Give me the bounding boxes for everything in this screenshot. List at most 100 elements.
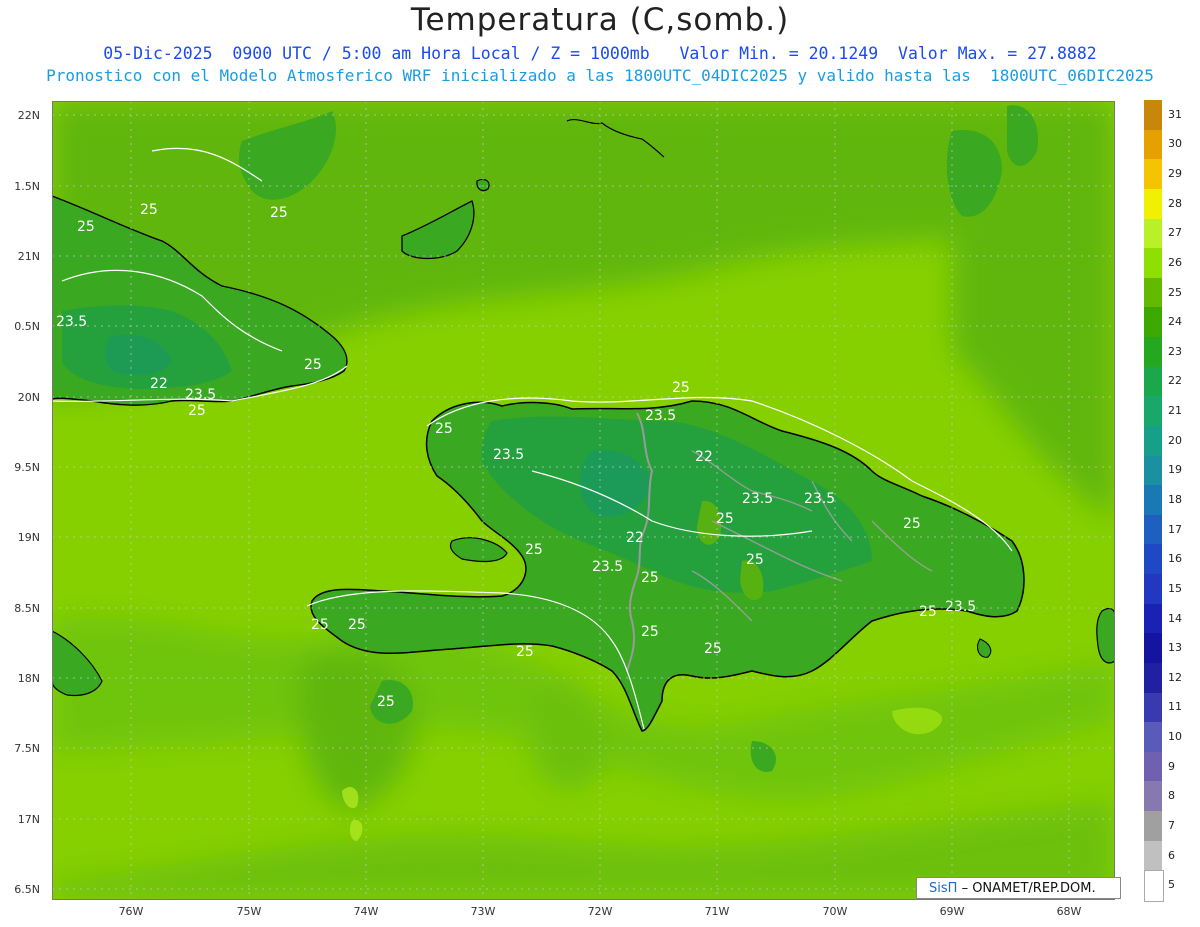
credit-text: – ONAMET/REP.DOM. — [961, 881, 1096, 896]
legend-color-swatch — [1144, 307, 1162, 338]
lat-label: 22N — [17, 109, 40, 122]
legend-level-label: 22 — [1168, 374, 1182, 388]
lon-label: 75W — [236, 905, 262, 918]
lon-label: 71W — [704, 905, 730, 918]
contour-label: 25 — [641, 624, 659, 640]
lat-label: 0.5N — [14, 320, 40, 333]
legend-color-swatch — [1144, 218, 1162, 249]
legend-color-swatch — [1144, 870, 1164, 902]
contour-label: 25 — [716, 511, 734, 527]
legend-level-label: 21 — [1168, 404, 1182, 418]
legend-color-swatch — [1144, 514, 1162, 545]
legend-level-label: 26 — [1168, 255, 1182, 269]
lon-label: 69W — [939, 905, 965, 918]
lat-label: 19N — [17, 531, 40, 544]
legend-level-label: 30 — [1168, 137, 1182, 151]
lat-label: 7.5N — [14, 742, 40, 755]
contour-label: 25 — [525, 542, 543, 558]
legend-level-label: 18 — [1168, 493, 1182, 506]
legend-level-label: 7 — [1168, 818, 1175, 832]
legend-level-label: 12 — [1168, 670, 1182, 684]
lon-label: 68W — [1056, 905, 1082, 918]
lat-label: 9.5N — [14, 461, 40, 474]
legend-color-swatch — [1144, 603, 1162, 634]
legend-color-swatch — [1144, 722, 1162, 752]
lon-label: 70W — [822, 905, 848, 918]
legend-color-swatch — [1144, 366, 1162, 397]
legend-color-swatch — [1144, 337, 1162, 367]
legend-color-swatch — [1144, 100, 1162, 130]
contour-label: 22 — [150, 376, 168, 392]
legend-color-swatch — [1144, 425, 1162, 456]
contour-label: 25 — [188, 403, 206, 419]
legend-color-swatch — [1144, 159, 1162, 189]
legend-level-label: 14 — [1168, 611, 1182, 625]
legend-level-label: 11 — [1168, 700, 1182, 714]
contour-label: 25 — [903, 516, 921, 532]
legend-color-swatch — [1144, 485, 1162, 515]
contour-label: 23.5 — [185, 387, 216, 403]
legend-level-label: 9 — [1168, 759, 1175, 773]
temperature-map: 25 25 25 25 25 25 25 25 25 25 25 25 25 2… — [52, 101, 1115, 900]
legend-level-label: 25 — [1168, 285, 1182, 299]
contour-label: 25 — [348, 617, 366, 633]
legend-color-swatch — [1144, 248, 1162, 278]
contour-label: 23.5 — [742, 491, 773, 507]
legend-level-label: 15 — [1168, 581, 1182, 595]
contour-label: 23.5 — [804, 491, 835, 507]
legend-level-label: 31 — [1168, 107, 1182, 121]
contour-label: 25 — [270, 205, 288, 221]
contour-label: 23.5 — [56, 314, 87, 330]
contour-label: 22 — [695, 449, 713, 465]
legend-color-swatch — [1144, 188, 1162, 219]
legend-level-label: 24 — [1168, 315, 1182, 329]
legend-color-swatch — [1144, 692, 1162, 723]
contour-label: 25 — [516, 644, 534, 660]
legend-level-label: 19 — [1168, 463, 1182, 477]
legend-level-label: 28 — [1168, 196, 1182, 210]
lat-label: 17N — [17, 813, 40, 826]
legend-color-swatch — [1144, 811, 1162, 841]
lat-label: 6.5N — [14, 883, 40, 896]
legend-color-swatch — [1144, 633, 1162, 663]
lat-label: 1.5N — [14, 180, 40, 193]
legend-color-swatch — [1144, 662, 1162, 693]
legend-level-label: 20 — [1168, 433, 1182, 447]
sispi-logo: SisΠ — [929, 881, 958, 896]
map-title: Temperatura (C,somb.) — [410, 2, 790, 38]
legend-level-label: 27 — [1168, 226, 1182, 240]
lat-label: 21N — [17, 250, 40, 263]
contour-label: 25 — [311, 617, 329, 633]
legend-color-swatch — [1144, 455, 1162, 486]
contour-label: 25 — [746, 552, 764, 568]
lat-label: 8.5N — [14, 602, 40, 615]
legend-color-swatch — [1144, 840, 1162, 871]
lon-label: 72W — [587, 905, 613, 918]
legend-level-label: 16 — [1168, 552, 1182, 566]
contour-label: 23.5 — [592, 559, 623, 575]
map-canvas: 25 25 25 25 25 25 25 25 25 25 25 25 25 2… — [52, 101, 1115, 900]
legend-color-swatch — [1144, 574, 1162, 604]
contour-label: 25 — [377, 694, 395, 710]
legend-color-swatch — [1144, 277, 1162, 308]
legend-color-swatch — [1144, 129, 1162, 160]
legend-level-label: 8 — [1168, 789, 1175, 803]
contour-label: 25 — [435, 421, 453, 437]
legend-level-label: 6 — [1168, 848, 1175, 862]
contour-label: 25 — [77, 219, 95, 235]
legend-level-label: 13 — [1168, 641, 1182, 655]
legend-color-swatch — [1144, 751, 1162, 782]
contour-label: 22 — [626, 530, 644, 546]
contour-label: 25 — [641, 570, 659, 586]
legend-level-label: 5 — [1168, 878, 1175, 892]
credit-box: SisΠ – ONAMET/REP.DOM. — [916, 877, 1121, 899]
lon-label: 76W — [118, 905, 144, 918]
forecast-time-info: 05-Dic-2025 0900 UTC / 5:00 am Hora Loca… — [103, 44, 1097, 63]
lat-label: 18N — [17, 672, 40, 685]
contour-label: 25 — [704, 641, 722, 657]
lon-label: 74W — [353, 905, 379, 918]
contour-label: 23.5 — [645, 408, 676, 424]
model-info: Pronostico con el Modelo Atmosferico WRF… — [46, 66, 1154, 85]
contour-label: 25 — [304, 357, 322, 373]
contour-label: 25 — [672, 380, 690, 396]
